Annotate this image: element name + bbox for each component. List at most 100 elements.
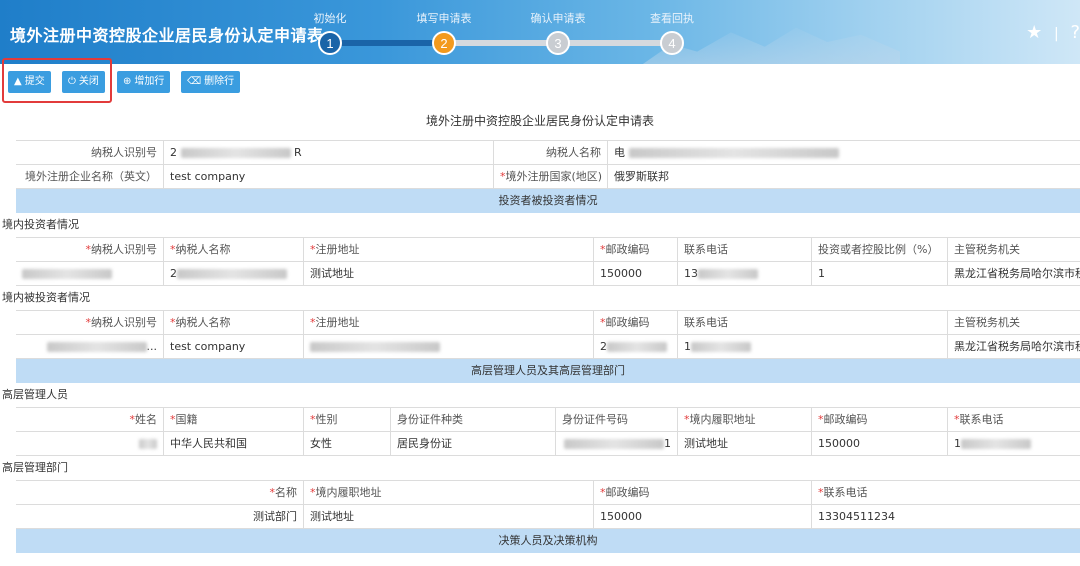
- col-header: *邮政编码: [593, 311, 677, 334]
- redacted-value: [180, 148, 291, 158]
- foreign-name-label: 境外注册企业名称（英文）: [25, 169, 157, 183]
- step-3-circle: 3: [546, 31, 570, 55]
- redacted-value: [46, 341, 147, 352]
- cell-dept-name[interactable]: 测试部门: [16, 505, 303, 529]
- col-header: *名称: [269, 486, 298, 499]
- departments-row: 测试部门 测试地址 150000 13304511234: [16, 504, 1080, 529]
- cell-postcode[interactable]: 150000: [811, 431, 947, 455]
- header-divider: |: [1053, 26, 1059, 42]
- delete-row-button[interactable]: ⌫ 删除行: [181, 71, 241, 93]
- step-1-circle: 1: [318, 31, 342, 55]
- cell-phone[interactable]: 1: [947, 431, 1080, 455]
- cell-ratio[interactable]: 1: [811, 261, 947, 285]
- step-1-label: 初始化: [313, 12, 347, 25]
- redacted-value: [177, 268, 287, 279]
- redacted-value: [961, 438, 1031, 449]
- cell-authority[interactable]: 黑龙江省税务局哈尔滨市税: [947, 334, 1080, 358]
- application-form: 纳税人识别号 2 R 纳税人名称 电 境外注册企业名称（英文） test com…: [2, 140, 1080, 553]
- cell-id-no[interactable]: 1: [555, 431, 677, 455]
- cell-name[interactable]: [16, 432, 163, 456]
- cell-phone[interactable]: 13304511234: [811, 504, 1080, 528]
- managers-header: *姓名 *国籍 *性别 身份证件种类 身份证件号码 *境内履职地址 *邮政编码 …: [16, 407, 1080, 432]
- trash-icon: ⌫: [187, 76, 202, 87]
- departments-title: 高层管理部门: [2, 461, 68, 474]
- power-icon: ⏻: [68, 76, 76, 87]
- cell-authority[interactable]: 黑龙江省税务局哈尔滨市税: [947, 261, 1080, 285]
- cell-taxpayer-id[interactable]: ...: [16, 335, 163, 359]
- step-2-label: 填写申请表: [416, 12, 472, 25]
- section-decision: 决策人员及决策机构: [16, 529, 1080, 553]
- star-icon[interactable]: ★: [1026, 22, 1042, 43]
- col-header: *性别: [303, 408, 390, 431]
- taxpayer-id-label: 纳税人识别号: [91, 146, 157, 159]
- domestic-invested-row: ... test company 2 1 黑龙江省税务局哈尔滨市税: [16, 334, 1080, 359]
- submit-button[interactable]: ▲ 提交: [8, 71, 51, 93]
- col-header: 联系电话: [677, 238, 811, 261]
- cell-address[interactable]: [303, 334, 593, 358]
- page-header: 境外注册中资控股企业居民身份认定申请表 初始化 填写申请表 确认申请表 查看回执…: [0, 0, 1080, 64]
- step-2-circle: 2: [432, 31, 456, 55]
- taxpayer-name-value: 电: [614, 146, 625, 159]
- cell-phone[interactable]: 1: [677, 334, 947, 358]
- taxpayer-name-label: 纳税人名称: [493, 141, 607, 164]
- col-header: 主管税务机关: [947, 311, 1080, 334]
- redacted-value: [691, 341, 751, 352]
- col-header: 主管税务机关: [947, 238, 1080, 261]
- cell-phone[interactable]: 13: [677, 261, 811, 285]
- col-header: *纳税人识别号: [85, 316, 158, 329]
- cell-postcode[interactable]: 150000: [593, 261, 677, 285]
- close-label: 关闭: [78, 76, 99, 87]
- form-title: 境外注册中资控股企业居民身份认定申请表: [425, 114, 654, 128]
- foreign-name-field[interactable]: test company: [163, 164, 493, 188]
- submit-label: 提交: [24, 76, 45, 87]
- help-icon[interactable]: ?: [1070, 22, 1080, 43]
- cell-gender[interactable]: 女性: [303, 431, 390, 455]
- cell-taxpayer-name[interactable]: 2: [163, 261, 303, 285]
- add-row-button[interactable]: ⊕ 增加行: [117, 71, 171, 93]
- cell-nationality[interactable]: 中华人民共和国: [163, 431, 303, 455]
- progress-steps: 初始化 填写申请表 确认申请表 查看回执 1 2 3 4: [300, 0, 720, 64]
- cell-postcode[interactable]: 150000: [593, 504, 811, 528]
- col-header: *联系电话: [947, 408, 1080, 431]
- domestic-investor-title: 境内投资者情况: [2, 218, 79, 231]
- cell-id-type[interactable]: 居民身份证: [390, 431, 555, 455]
- col-header: *邮政编码: [593, 238, 677, 261]
- step-4-label: 查看回执: [650, 12, 694, 25]
- section-investor: 投资者被投资者情况: [16, 189, 1080, 213]
- redacted-value: [564, 438, 664, 449]
- col-header: *注册地址: [303, 238, 593, 261]
- country-label: *境外注册国家(地区): [493, 164, 607, 188]
- header-actions: ★ | ?: [1020, 22, 1080, 43]
- redacted-value: [628, 148, 839, 158]
- cell-taxpayer-id[interactable]: [16, 262, 163, 286]
- country-field[interactable]: 俄罗斯联邦: [607, 164, 1080, 188]
- cell-address[interactable]: 测试地址: [677, 431, 811, 455]
- col-header: *邮政编码: [811, 408, 947, 431]
- cell-postcode[interactable]: 2: [593, 334, 677, 358]
- cell-address[interactable]: 测试地址: [303, 504, 593, 528]
- col-header: *纳税人名称: [163, 238, 303, 261]
- delete-row-label: 删除行: [204, 76, 235, 87]
- redacted-value: [22, 268, 112, 279]
- domestic-investor-row: 2 测试地址 150000 13 1 黑龙江省税务局哈尔滨市税: [16, 261, 1080, 286]
- managers-title: 高层管理人员: [2, 388, 68, 401]
- cell-address[interactable]: 测试地址: [303, 261, 593, 285]
- col-header: 身份证件号码: [555, 408, 677, 431]
- cell-taxpayer-name[interactable]: test company: [163, 334, 303, 358]
- thumbs-up-icon: ▲: [14, 76, 22, 87]
- redacted-value: [698, 268, 758, 279]
- plus-circle-icon: ⊕: [123, 76, 132, 87]
- page-title: 境外注册中资控股企业居民身份认定申请表: [10, 26, 324, 45]
- col-header: 联系电话: [677, 311, 947, 334]
- step-line-done: [330, 40, 444, 46]
- taxpayer-name-field[interactable]: 电: [607, 141, 1080, 164]
- departments-header: *名称 *境内履职地址 *邮政编码 *联系电话: [16, 480, 1080, 505]
- taxpayer-id-value: 2: [170, 146, 177, 159]
- domestic-invested-header: *纳税人识别号 *纳税人名称 *注册地址 *邮政编码 联系电话 主管税务机关: [16, 310, 1080, 335]
- col-header: *国籍: [163, 408, 303, 431]
- close-button[interactable]: ⏻ 关闭: [62, 71, 105, 93]
- taxpayer-id-field[interactable]: 2 R: [163, 141, 493, 164]
- col-header: *纳税人名称: [163, 311, 303, 334]
- redacted-value: [310, 341, 440, 352]
- add-row-label: 增加行: [134, 76, 165, 87]
